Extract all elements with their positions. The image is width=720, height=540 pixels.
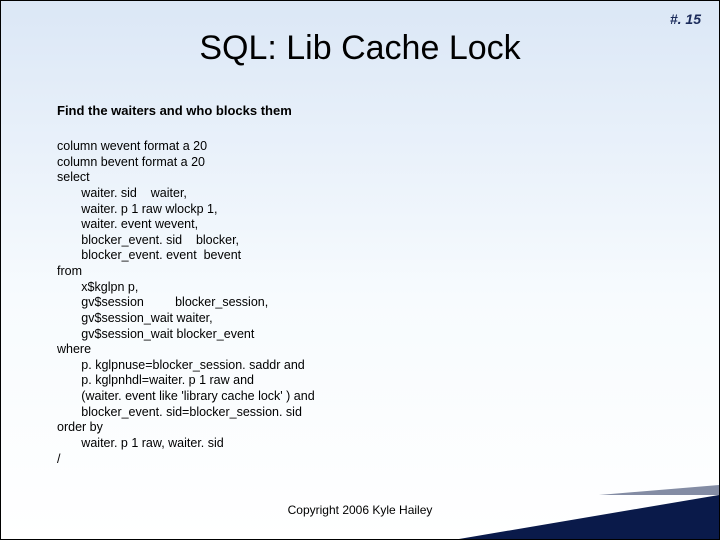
slide: #. 15 SQL: Lib Cache Lock Find the waite… bbox=[0, 0, 720, 540]
corner-decoration-shadow bbox=[599, 485, 719, 495]
sql-code-block: column wevent format a 20 column bevent … bbox=[57, 139, 315, 467]
corner-decoration bbox=[459, 495, 719, 539]
page-number: #. 15 bbox=[670, 11, 701, 27]
slide-title: SQL: Lib Cache Lock bbox=[1, 29, 719, 68]
slide-subtitle: Find the waiters and who blocks them bbox=[57, 103, 292, 118]
